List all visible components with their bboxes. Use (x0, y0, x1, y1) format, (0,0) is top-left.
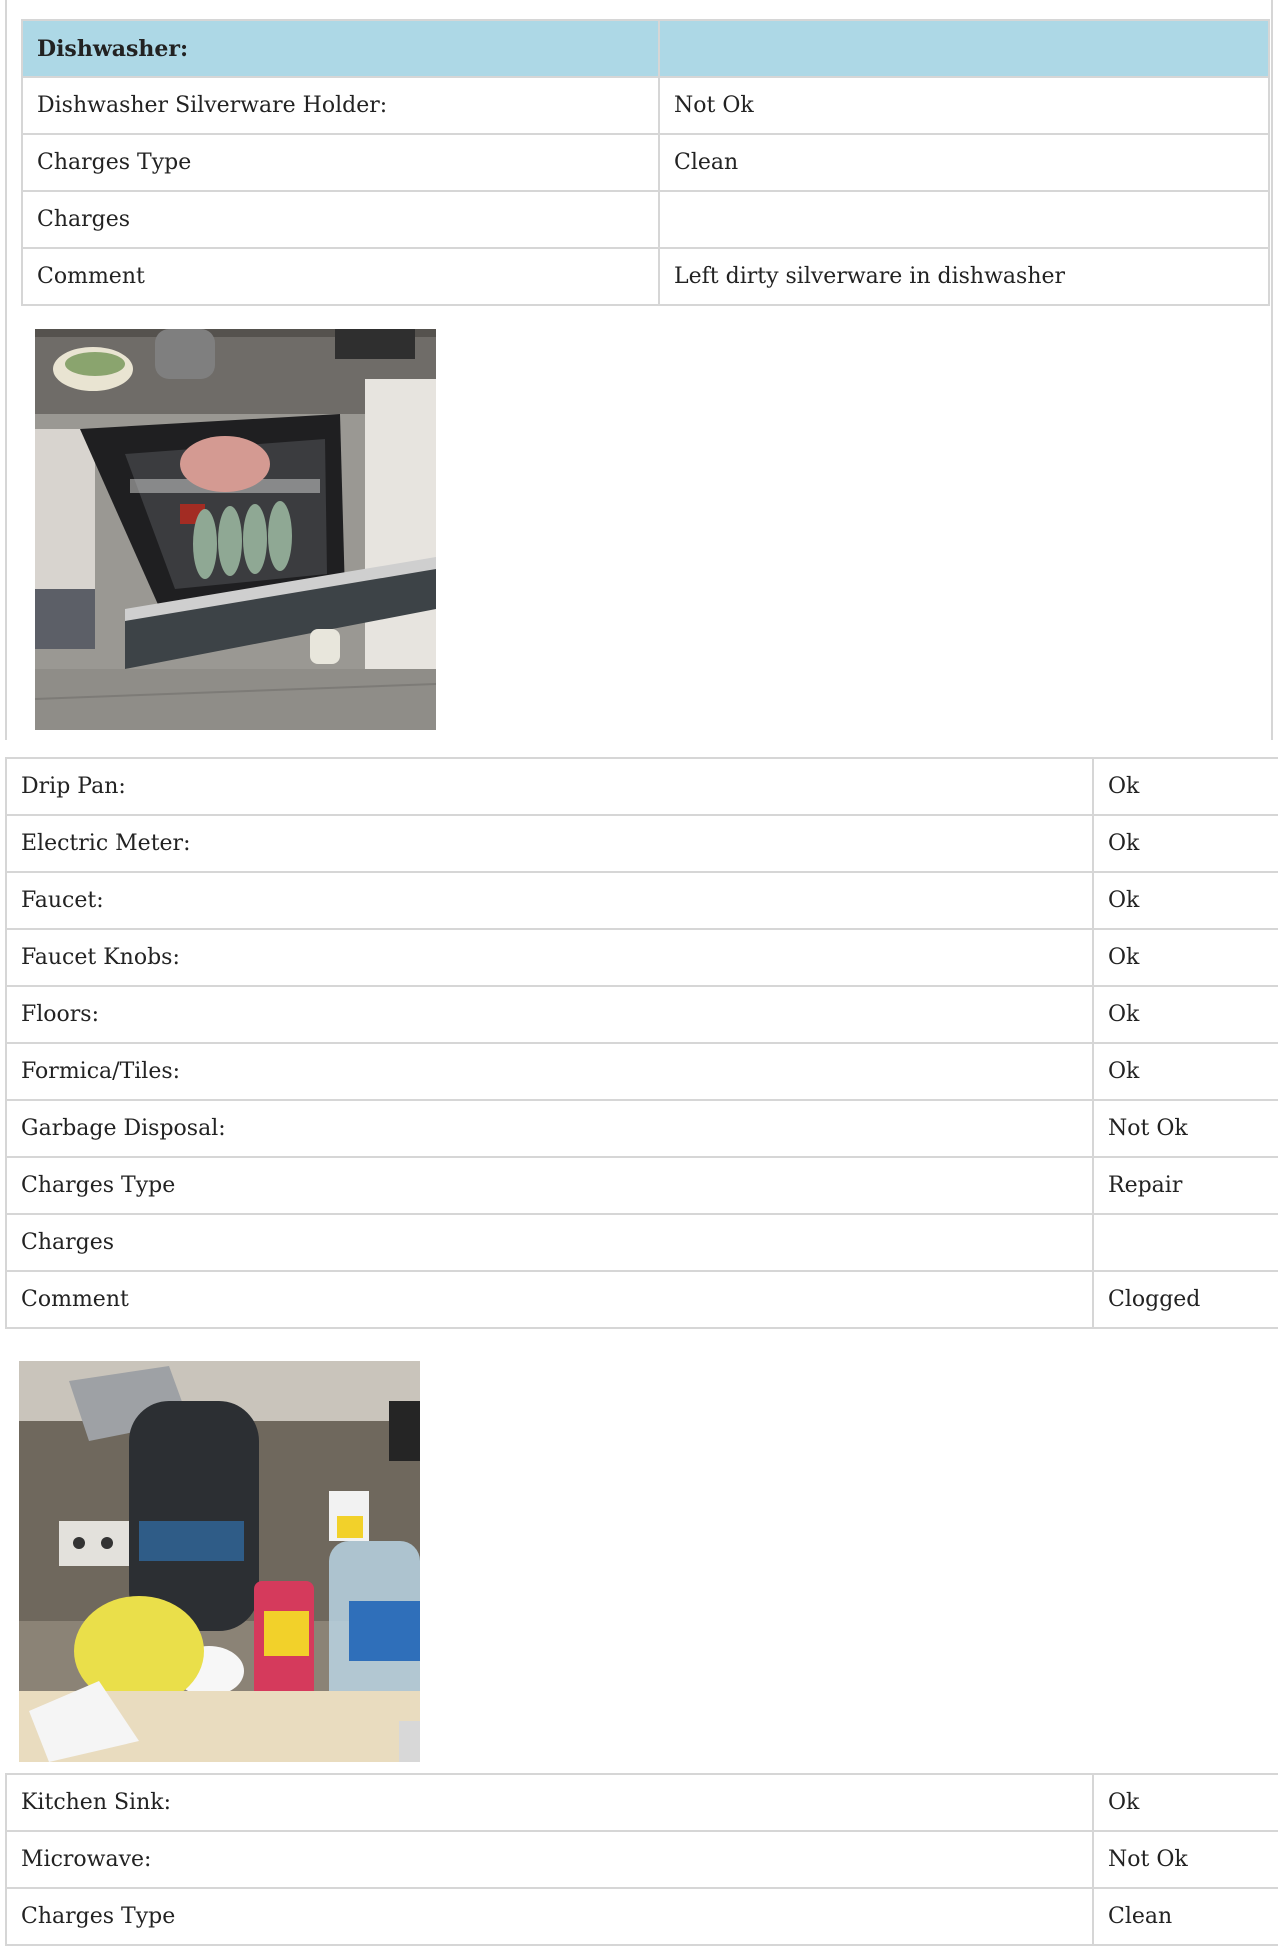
table-row: Faucet Knobs: Ok (5, 928, 1278, 987)
row-value: Left dirty silverware in dishwasher (658, 247, 1270, 306)
dishwasher-header: Dishwasher: (21, 19, 660, 78)
row-value: Ok (1092, 814, 1278, 873)
row-label: Drip Pan: (5, 757, 1094, 816)
dishwasher-table: Dishwasher: Dishwasher Silverware Holder… (21, 19, 1270, 306)
dishwasher-header-empty (658, 19, 1270, 78)
row-value: Clean (658, 133, 1270, 192)
table-row: Charges (5, 1213, 1278, 1272)
row-value: Not Ok (1092, 1099, 1278, 1158)
table-row: Comment Clogged (5, 1270, 1278, 1329)
row-value: Repair (1092, 1156, 1278, 1215)
row-label: Formica/Tiles: (5, 1042, 1094, 1101)
row-label: Kitchen Sink: (5, 1773, 1094, 1832)
garbage-disposal-photo[interactable] (19, 1361, 420, 1762)
row-value: Ok (1092, 757, 1278, 816)
row-label: Faucet Knobs: (5, 928, 1094, 987)
items-table: Drip Pan: Ok Electric Meter: Ok Faucet: … (5, 757, 1278, 1329)
row-value: Ok (1092, 985, 1278, 1044)
row-value: Ok (1092, 1042, 1278, 1101)
row-label: Garbage Disposal: (5, 1099, 1094, 1158)
table-row: Faucet: Ok (5, 871, 1278, 930)
row-label: Microwave: (5, 1830, 1094, 1889)
table-row: Charges Type Repair (5, 1156, 1278, 1215)
dishwasher-photo[interactable] (35, 329, 436, 730)
table-row: Dishwasher Silverware Holder: Not Ok (21, 76, 1270, 135)
row-value (1092, 1213, 1278, 1272)
table-row: Formica/Tiles: Ok (5, 1042, 1278, 1101)
row-value: Not Ok (1092, 1830, 1278, 1889)
dishwasher-header-row: Dishwasher: (21, 19, 1270, 78)
row-value: Not Ok (658, 76, 1270, 135)
row-label: Floors: (5, 985, 1094, 1044)
row-label: Comment (5, 1270, 1094, 1329)
row-value: Clean (1092, 1887, 1278, 1946)
table-row: Microwave: Not Ok (5, 1830, 1278, 1889)
table-row: Charges Type Clean (5, 1887, 1278, 1946)
row-label: Charges (21, 190, 660, 249)
row-label: Charges Type (5, 1887, 1094, 1946)
row-label: Comment (21, 247, 660, 306)
row-value: Ok (1092, 928, 1278, 987)
row-label: Electric Meter: (5, 814, 1094, 873)
row-label: Charges Type (21, 133, 660, 192)
row-value (658, 190, 1270, 249)
row-value: Ok (1092, 1773, 1278, 1832)
table-row: Comment Left dirty silverware in dishwas… (21, 247, 1270, 306)
row-value: Ok (1092, 871, 1278, 930)
table-row: Charges Type Clean (21, 133, 1270, 192)
row-label: Charges Type (5, 1156, 1094, 1215)
row-label: Faucet: (5, 871, 1094, 930)
table-row: Drip Pan: Ok (5, 757, 1278, 816)
table-row: Kitchen Sink: Ok (5, 1773, 1278, 1832)
table-row: Electric Meter: Ok (5, 814, 1278, 873)
table-row: Charges (21, 190, 1270, 249)
table-row: Floors: Ok (5, 985, 1278, 1044)
row-label: Dishwasher Silverware Holder: (21, 76, 660, 135)
items-table-2: Kitchen Sink: Ok Microwave: Not Ok Charg… (5, 1773, 1278, 1946)
table-row: Garbage Disposal: Not Ok (5, 1099, 1278, 1158)
row-value: Clogged (1092, 1270, 1278, 1329)
row-label: Charges (5, 1213, 1094, 1272)
